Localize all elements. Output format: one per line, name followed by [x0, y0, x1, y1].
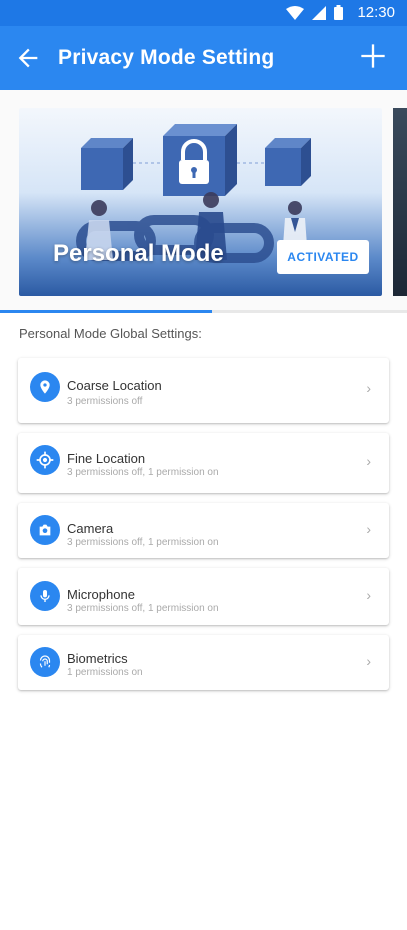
section-label: Personal Mode Global Settings: [19, 326, 202, 341]
permission-list: Coarse Location 3 permissions off › Fine… [18, 358, 389, 700]
app-bar: Privacy Mode Setting [0, 26, 407, 90]
chevron-right-icon: › [366, 587, 371, 603]
permission-status: 3 permissions off, 1 permission on [67, 537, 219, 548]
permission-status: 3 permissions off, 1 permission on [67, 603, 219, 614]
list-item[interactable]: Coarse Location 3 permissions off › [18, 358, 389, 423]
lock-cube-icon [163, 124, 237, 196]
mode-carousel[interactable]: Personal Mode ACTIVATED [0, 90, 407, 312]
back-arrow-icon[interactable] [14, 44, 42, 72]
status-icons: 12:30 [286, 4, 395, 21]
permission-name: Fine Location [67, 451, 146, 466]
cube-right-icon [265, 138, 311, 186]
permission-status: 3 permissions off, 1 permission on [67, 467, 219, 478]
wifi-icon [286, 5, 305, 20]
signal-icon [312, 5, 327, 20]
chevron-right-icon: › [366, 653, 371, 669]
location-pin-icon [30, 372, 60, 402]
chevron-right-icon: › [366, 453, 371, 469]
mode-name: Personal Mode [53, 240, 224, 267]
list-item[interactable]: Microphone 3 permissions off, 1 permissi… [18, 568, 389, 625]
chevron-right-icon: › [366, 380, 371, 396]
next-mode-card-peek[interactable] [393, 108, 407, 296]
permission-status: 3 permissions off [67, 396, 143, 407]
permission-name: Camera [67, 521, 114, 536]
personal-mode-card[interactable]: Personal Mode ACTIVATED [19, 108, 382, 296]
list-item[interactable]: Camera 3 permissions off, 1 permission o… [18, 503, 389, 558]
permission-name: Coarse Location [67, 378, 162, 393]
permission-status: 1 permissions on [67, 667, 143, 678]
activated-badge[interactable]: ACTIVATED [277, 240, 369, 274]
camera-icon [30, 515, 60, 545]
carousel-indicator-active [0, 310, 212, 313]
fingerprint-icon [30, 647, 60, 677]
add-icon[interactable] [359, 42, 387, 70]
list-item[interactable]: Biometrics 1 permissions on › [18, 635, 389, 690]
list-item[interactable]: Fine Location 3 permissions off, 1 permi… [18, 433, 389, 493]
carousel-indicator [0, 310, 407, 313]
battery-icon [334, 5, 344, 20]
clock: 12:30 [357, 4, 395, 21]
status-bar: 12:30 [0, 0, 407, 26]
chevron-right-icon: › [366, 521, 371, 537]
permission-name: Microphone [67, 587, 135, 602]
microphone-icon [30, 581, 60, 611]
crosshair-icon [30, 445, 60, 475]
page-title: Privacy Mode Setting [58, 46, 275, 69]
permission-name: Biometrics [67, 651, 128, 666]
cube-left-icon [81, 138, 133, 190]
